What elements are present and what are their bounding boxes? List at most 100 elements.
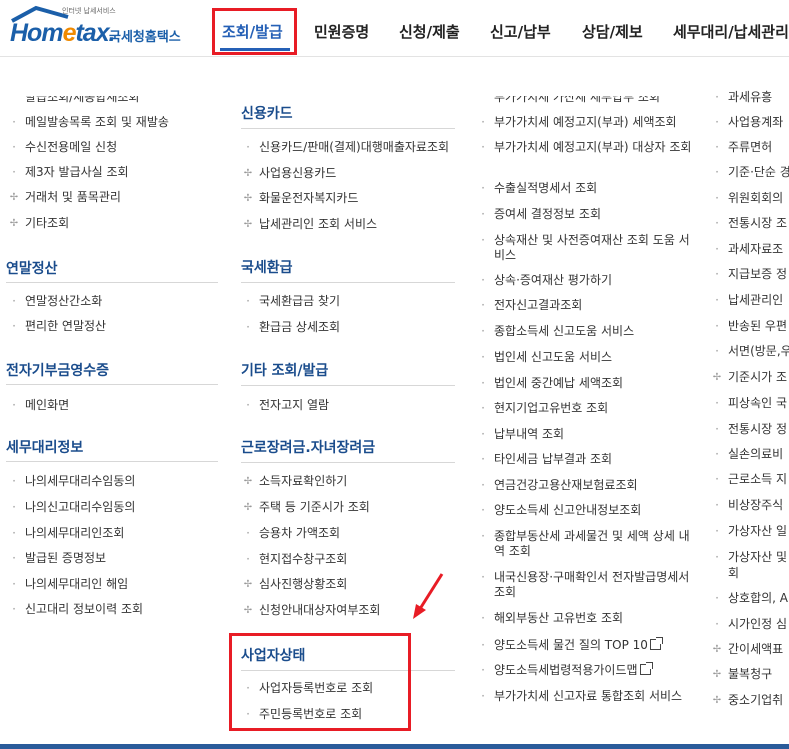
- menu-item[interactable]: · 신고대리 정보이력 조회: [12, 602, 143, 617]
- menu-item[interactable]: · 서면(방문,우: [715, 344, 789, 359]
- nav-tax-agent[interactable]: 세무대리/납세관리: [673, 21, 789, 42]
- menu-item[interactable]: · 부가가치세 신고자료 통합조회 서비스: [481, 689, 682, 704]
- menu-item[interactable]: · 전자고지 열람: [246, 398, 329, 413]
- menu-item[interactable]: · 내국신용장·구매확인서 전자발급명세서 조회: [481, 570, 692, 600]
- menu-item-label: 지급보증 정: [728, 267, 788, 281]
- menu-item[interactable]: ✢ 간이세액표: [713, 642, 783, 657]
- menu-item[interactable]: · 과세유흥: [715, 90, 772, 105]
- menu-item[interactable]: · 법인세 중간예납 세액조회: [481, 376, 624, 391]
- menu-item-label: 편리한 연말정산: [25, 319, 107, 333]
- menu-item-label: 과세자료조: [728, 242, 784, 256]
- menu-item[interactable]: ✢ 주택 등 기준시가 조회: [244, 500, 370, 515]
- menu-item[interactable]: · 나의세무대리인 해임: [12, 577, 128, 592]
- menu-item[interactable]: · 부가가치세 예정고지(부과) 세액조회: [481, 115, 677, 130]
- menu-item[interactable]: · 사업용계좌: [715, 115, 783, 130]
- nav-civil-certificate[interactable]: 민원증명: [314, 21, 369, 42]
- menu-item[interactable]: · 편리한 연말정산: [12, 319, 107, 334]
- menu-item[interactable]: · 실손의료비: [715, 447, 783, 462]
- section-title-yearend[interactable]: 연말정산: [6, 258, 58, 278]
- menu-item[interactable]: ✢ 화물운전자복지카드: [244, 191, 359, 206]
- menu-item[interactable]: · 연말정산간소화: [12, 294, 102, 309]
- menu-item[interactable]: · 법인세 신고도움 서비스: [481, 350, 612, 365]
- menu-item[interactable]: · 양도소득세 물건 질의 TOP 10: [481, 637, 663, 653]
- menu-item[interactable]: ✢ 신청안내대상자여부조회: [244, 603, 381, 618]
- menu-item[interactable]: · 위원회회의: [715, 191, 783, 206]
- brand-home: Hom: [10, 19, 64, 47]
- menu-item[interactable]: · 반송된 우편: [715, 319, 787, 334]
- menu-item[interactable]: · 근로소득 지: [715, 472, 788, 487]
- menu-item[interactable]: · 피상속인 국: [715, 396, 787, 411]
- menu-item-label: 불복청구: [728, 667, 773, 681]
- menu-item[interactable]: · 증여세 결정정보 조회: [481, 207, 601, 222]
- hometax-logo[interactable]: 인터넷 납세서비스 Hometax. 국세청홈택스: [6, 5, 191, 51]
- menu-item[interactable]: · 제3자 발급사실 조회: [12, 165, 129, 180]
- menu-item[interactable]: · 나의세무대리인조회: [12, 526, 124, 541]
- section-title-donation[interactable]: 전자기부금영수증: [6, 360, 109, 380]
- menu-item[interactable]: · 전통시장 정: [715, 422, 787, 437]
- menu-item[interactable]: · 기준·단순 경: [715, 165, 789, 180]
- nav-consult-report[interactable]: 상담/제보: [582, 21, 643, 42]
- menu-item[interactable]: · 가상자산 및: [715, 550, 787, 565]
- menu-item[interactable]: · 비상장주식: [715, 498, 783, 513]
- menu-item[interactable]: · 양도소득세 신고안내정보조회: [481, 503, 641, 518]
- section-title-refund[interactable]: 국세환급: [241, 257, 293, 277]
- bullet-dot-icon: ·: [715, 591, 719, 605]
- menu-item[interactable]: · 현지기업고유번호 조회: [481, 401, 608, 416]
- menu-item-label: 근로소득 지: [728, 472, 788, 486]
- menu-item[interactable]: ✢ 기준시가 조: [713, 370, 787, 385]
- menu-item[interactable]: · 납부내역 조회: [481, 427, 564, 442]
- menu-item[interactable]: · 전통시장 조: [715, 216, 787, 231]
- menu-item[interactable]: · 부가가치세 예정고지(부과) 대상자 조회: [481, 140, 692, 155]
- menu-item[interactable]: · 연금건강고용산재보험료조회: [481, 478, 637, 493]
- menu-item[interactable]: · 가상자산 일: [715, 524, 787, 539]
- menu-item[interactable]: · 국세환급금 찾기: [246, 294, 340, 309]
- menu-item[interactable]: ✢ 사업용신용카드: [244, 166, 336, 181]
- menu-item[interactable]: · 주류면허: [715, 140, 772, 155]
- menu-item-label: 납세관리인: [728, 293, 784, 307]
- menu-item[interactable]: · 종합소득세 신고도움 서비스: [481, 324, 634, 339]
- menu-item[interactable]: · 환급금 상세조회: [246, 320, 340, 335]
- menu-item-label: 양도소득세법령적용가이드맵: [494, 663, 638, 677]
- menu-item[interactable]: · 메인화면: [12, 398, 69, 413]
- menu-item[interactable]: ✢ 소득자료확인하기: [244, 474, 348, 489]
- menu-item[interactable]: · 발급된 증명정보: [12, 551, 106, 566]
- menu-item[interactable]: · 수신전용메일 신청: [12, 140, 117, 155]
- menu-item[interactable]: · 상속·증여재산 평가하기: [481, 273, 612, 288]
- menu-item[interactable]: · 타인세금 납부결과 조회: [481, 452, 612, 467]
- section-title-card[interactable]: 신용카드: [241, 103, 293, 123]
- menu-item[interactable]: · 상호합의, AP: [715, 591, 789, 606]
- menu-item[interactable]: ✢ 불복청구: [713, 667, 773, 682]
- menu-item[interactable]: · 발급조회/세종합재조회: [25, 96, 139, 105]
- menu-item[interactable]: · 신용카드/판매(결제)대행매출자료조회: [246, 140, 449, 155]
- menu-item[interactable]: ✢ 기타조회: [10, 216, 69, 231]
- menu-item[interactable]: · 양도소득세법령적용가이드맵: [481, 662, 653, 678]
- menu-item[interactable]: · 시가인정 심: [715, 617, 787, 632]
- menu-item[interactable]: · 나의신고대리수임동의: [12, 500, 135, 515]
- bullet-dot-icon: ·: [715, 140, 719, 154]
- menu-item[interactable]: · 상속재산 및 사전증여재산 조회 도움 서비스: [481, 233, 692, 263]
- menu-item[interactable]: · 과세자료조: [715, 242, 784, 257]
- bullet-dot-icon: ·: [12, 577, 16, 591]
- menu-item[interactable]: ✢ 거래처 및 품목관리: [10, 190, 121, 205]
- menu-item[interactable]: · 해외부동산 고유번호 조회: [481, 611, 623, 626]
- menu-item[interactable]: ✢ 심사진행상황조회: [244, 577, 348, 592]
- menu-item[interactable]: · 전자신고결과조회: [481, 298, 582, 313]
- menu-item[interactable]: · 납세관리인: [715, 293, 784, 308]
- menu-item[interactable]: · 종합부동산세 과세물건 및 세액 상세 내역 조회: [481, 529, 692, 559]
- section-title-etc[interactable]: 기타 조회/발급: [241, 360, 328, 380]
- section-title-agent[interactable]: 세무대리정보: [6, 437, 83, 457]
- menu-item-label: 법인세 중간예납 세액조회: [494, 376, 624, 390]
- menu-item[interactable]: · 나의세무대리수임동의: [12, 474, 135, 489]
- menu-item[interactable]: ✢ 납세관리인 조회 서비스: [244, 217, 377, 232]
- menu-item[interactable]: · 메일발송목록 조회 및 재발송: [12, 115, 169, 130]
- menu-item[interactable]: · 승용차 가액조회: [246, 526, 341, 541]
- nav-apply-submit[interactable]: 신청/제출: [399, 21, 460, 42]
- menu-item[interactable]: · 수출실적명세서 조회: [481, 181, 597, 196]
- menu-item[interactable]: · 현지접수창구조회: [246, 552, 347, 567]
- section-title-earned-income[interactable]: 근로장려금.자녀장려금: [241, 437, 375, 457]
- menu-item[interactable]: · 지급보증 정: [715, 267, 788, 282]
- menu-item[interactable]: · 부가가치세 가산세 세부납부 조회: [494, 96, 660, 105]
- menu-item[interactable]: ✢ 중소기업취: [713, 693, 783, 708]
- menu-item-label: 승용차 가액조회: [259, 526, 341, 540]
- nav-report-pay[interactable]: 신고/납부: [490, 21, 551, 42]
